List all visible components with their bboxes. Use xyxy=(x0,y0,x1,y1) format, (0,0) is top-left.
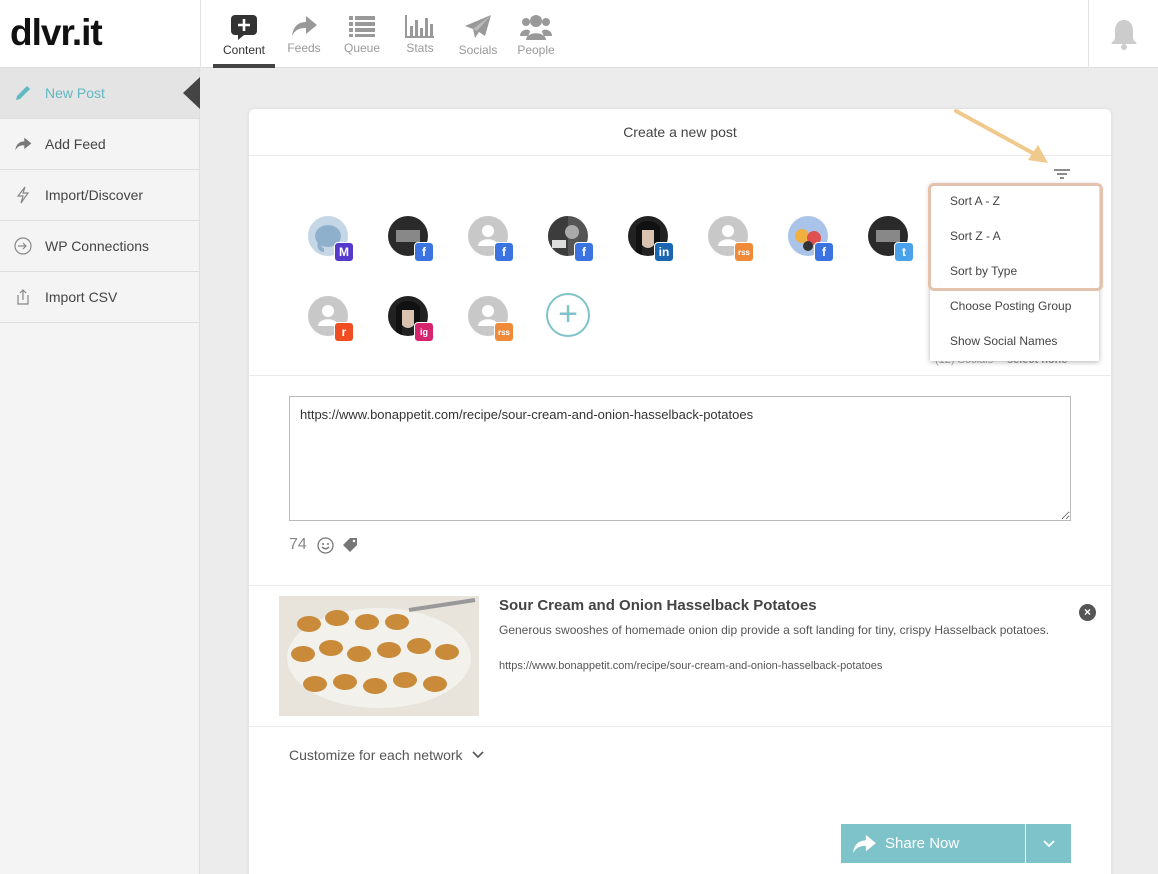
nav-stats[interactable]: Stats xyxy=(391,0,449,68)
char-count: 74 xyxy=(289,536,307,553)
sidebar-item-import-discover[interactable]: Import/Discover xyxy=(0,170,199,221)
sidebar-item-add-feed[interactable]: Add Feed xyxy=(0,119,199,170)
share-options-button[interactable] xyxy=(1026,824,1071,863)
sort-z-a-option[interactable]: Sort Z - A xyxy=(930,219,1099,254)
preview-title[interactable]: Sour Cream and Onion Hasselback Potatoes xyxy=(499,597,817,614)
choose-posting-group-option[interactable]: Choose Posting Group xyxy=(930,289,1099,324)
text-tools: 74 xyxy=(289,536,366,554)
social-avatar-twitter[interactable]: t xyxy=(868,216,914,262)
linkedin-icon: in xyxy=(654,242,674,262)
nav-content[interactable]: Content xyxy=(213,0,275,68)
people-icon xyxy=(520,15,552,40)
sidebar-item-label: Add Feed xyxy=(45,136,106,152)
nav-people[interactable]: People xyxy=(507,0,565,68)
bell-icon xyxy=(1110,20,1137,50)
emoji-icon[interactable] xyxy=(317,536,334,554)
sort-a-z-option[interactable]: Sort A - Z xyxy=(930,184,1099,219)
show-social-names-option[interactable]: Show Social Names xyxy=(930,324,1099,359)
paper-plane-icon xyxy=(465,15,491,38)
facebook-icon: f xyxy=(414,242,434,262)
social-avatar-facebook[interactable]: f xyxy=(388,216,434,262)
nav-socials-label: Socials xyxy=(458,43,498,57)
main-nav: Content Feeds Queue Stats Socials People xyxy=(213,0,565,68)
notifications[interactable] xyxy=(1088,0,1158,68)
rss-icon: rss xyxy=(734,242,754,262)
sidebar: New Post Add Feed Import/Discover WP Con… xyxy=(0,68,200,874)
sidebar-item-label: Import CSV xyxy=(45,289,118,305)
nav-content-label: Content xyxy=(222,43,266,57)
rss-icon: rss xyxy=(494,322,514,342)
sidebar-item-import-csv[interactable]: Import CSV xyxy=(0,272,199,323)
preview-url: https://www.bonappetit.com/recipe/sour-c… xyxy=(499,660,883,672)
logo[interactable]: dlvr.it xyxy=(10,12,103,54)
facebook-icon: f xyxy=(494,242,514,262)
plus-square-icon xyxy=(231,15,257,40)
customize-toggle[interactable]: Customize for each network xyxy=(289,747,485,763)
nav-people-label: People xyxy=(517,43,555,57)
nav-socials[interactable]: Socials xyxy=(449,0,507,68)
sidebar-item-label: Import/Discover xyxy=(45,187,144,203)
share-now-label: Share Now xyxy=(885,835,960,852)
share-arrow-icon xyxy=(853,834,876,853)
mastodon-icon: M xyxy=(334,242,354,262)
twitter-icon: t xyxy=(894,242,914,262)
nav-queue[interactable]: Queue xyxy=(333,0,391,68)
sidebar-item-label: New Post xyxy=(45,85,105,101)
preview-description: Generous swooshes of homemade onion dip … xyxy=(499,623,1050,637)
sign-in-icon xyxy=(13,236,33,256)
social-avatar-facebook[interactable]: f xyxy=(548,216,594,262)
active-caret xyxy=(183,77,200,109)
facebook-icon: f xyxy=(814,242,834,262)
facebook-icon: f xyxy=(574,242,594,262)
share-arrow-icon xyxy=(292,16,317,36)
annotation-arrow-icon xyxy=(954,109,1048,163)
preview-image xyxy=(279,596,479,716)
social-avatar-linkedin[interactable]: in xyxy=(628,216,674,262)
nav-stats-label: Stats xyxy=(406,41,434,55)
chevron-down-icon xyxy=(1042,839,1055,847)
close-icon[interactable]: × xyxy=(1079,604,1096,621)
upload-icon xyxy=(13,287,33,307)
list-icon xyxy=(349,16,375,37)
sidebar-item-label: WP Connections xyxy=(45,238,150,254)
logo-divider xyxy=(200,0,201,68)
sidebar-item-wp-connections[interactable]: WP Connections xyxy=(0,221,199,272)
social-avatar-facebook[interactable]: f xyxy=(788,216,834,262)
divider xyxy=(249,726,1111,727)
top-bar: dlvr.it Content Feeds Queue Stats Social… xyxy=(0,0,1158,68)
nav-feeds-label: Feeds xyxy=(287,41,321,55)
add-social-button[interactable]: + xyxy=(546,293,590,337)
social-avatar-instagram[interactable]: ig xyxy=(388,296,434,342)
lightning-icon xyxy=(13,185,33,205)
social-avatar-rss[interactable]: rss xyxy=(468,296,514,342)
social-avatar-facebook[interactable]: f xyxy=(468,216,514,262)
pencil-icon xyxy=(13,83,33,103)
share-now-button[interactable]: Share Now xyxy=(841,824,1025,863)
instagram-icon: ig xyxy=(414,322,434,342)
share-arrow-icon xyxy=(13,134,33,154)
divider xyxy=(249,375,1111,376)
tag-icon[interactable] xyxy=(342,537,358,553)
social-avatar-mastodon[interactable]: M xyxy=(308,216,354,262)
chevron-down-icon xyxy=(471,751,484,759)
nav-queue-label: Queue xyxy=(343,41,381,55)
social-avatar-rss[interactable]: rss xyxy=(708,216,754,262)
sort-dropdown: Sort A - Z Sort Z - A Sort by Type Choos… xyxy=(930,184,1099,361)
reddit-icon: r xyxy=(334,322,354,342)
divider xyxy=(249,585,1111,586)
customize-label: Customize for each network xyxy=(289,747,463,763)
nav-feeds[interactable]: Feeds xyxy=(275,0,333,68)
post-text-input[interactable]: https://www.bonappetit.com/recipe/sour-c… xyxy=(289,396,1071,521)
sort-by-type-option[interactable]: Sort by Type xyxy=(930,254,1099,289)
social-avatar-reddit[interactable]: r xyxy=(308,296,354,342)
sidebar-item-new-post[interactable]: New Post xyxy=(0,68,200,119)
bar-chart-icon xyxy=(405,15,434,38)
